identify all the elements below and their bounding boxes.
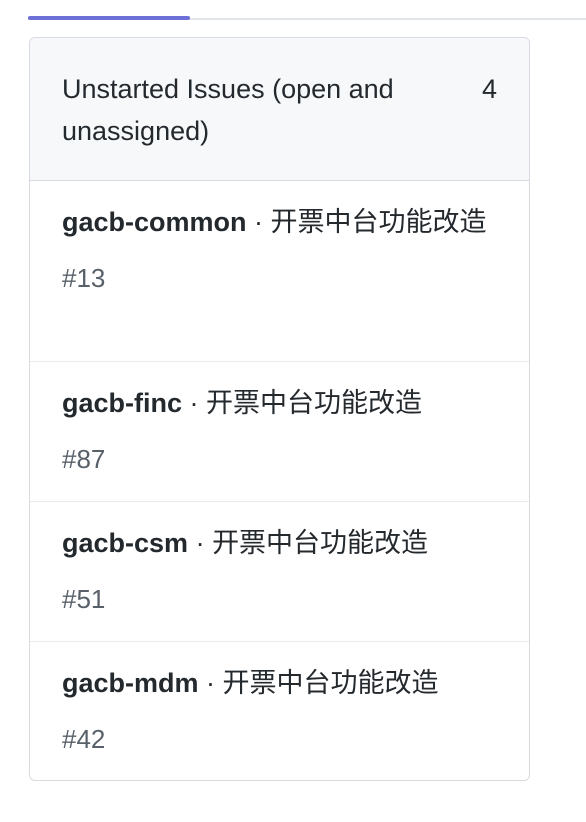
issue-repo-name[interactable]: gacb-common [62, 207, 247, 237]
panel-title: Unstarted Issues (open and unassigned) [62, 74, 394, 146]
issue-separator: · [182, 388, 207, 418]
issue-count-badge: 4 [481, 74, 497, 104]
issue-title-line: gacb-finc · 开票中台功能改造 [62, 382, 497, 424]
issue-item[interactable]: gacb-finc · 开票中台功能改造 #87 [30, 362, 529, 502]
issue-title-line: gacb-csm · 开票中台功能改造 [62, 522, 497, 564]
issue-number: #42 [62, 724, 106, 754]
issue-repo-name[interactable]: gacb-finc [62, 388, 182, 418]
issue-repo-name[interactable]: gacb-mdm [62, 668, 199, 698]
issue-list: gacb-common · 开票中台功能改造 #13 gacb-finc · 开… [30, 181, 529, 780]
active-tab-indicator [28, 16, 190, 20]
unstarted-issues-panel: Unstarted Issues (open and unassigned) 4… [29, 37, 530, 781]
issue-title[interactable]: 开票中台功能改造 [212, 528, 428, 558]
issue-title[interactable]: 开票中台功能改造 [271, 207, 487, 237]
issue-title[interactable]: 开票中台功能改造 [223, 668, 439, 698]
issue-separator: · [198, 668, 223, 698]
tab-strip [28, 0, 586, 20]
issue-separator: · [246, 207, 271, 237]
issue-title[interactable]: 开票中台功能改造 [206, 388, 422, 418]
issue-item[interactable]: gacb-csm · 开票中台功能改造 #51 [30, 502, 529, 642]
issue-item[interactable]: gacb-common · 开票中台功能改造 #13 [30, 181, 529, 362]
issue-number: #87 [62, 444, 106, 474]
issue-item[interactable]: gacb-mdm · 开票中台功能改造 #42 [30, 642, 529, 780]
issue-separator: · [188, 528, 213, 558]
issue-number: #13 [62, 263, 106, 293]
issue-number: #51 [62, 584, 106, 614]
issue-title-line: gacb-common · 开票中台功能改造 [62, 201, 497, 243]
issue-repo-name[interactable]: gacb-csm [62, 528, 188, 558]
issue-title-line: gacb-mdm · 开票中台功能改造 [62, 662, 497, 704]
panel-header: Unstarted Issues (open and unassigned) 4 [30, 38, 529, 181]
